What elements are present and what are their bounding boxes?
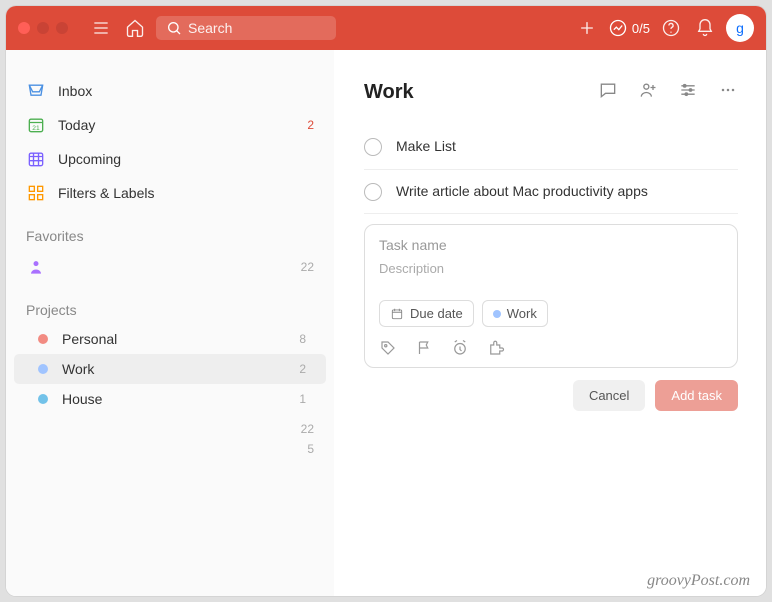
project-item-work[interactable]: Work 2 bbox=[14, 354, 326, 384]
share-icon[interactable] bbox=[638, 80, 658, 105]
svg-text:21: 21 bbox=[32, 125, 40, 132]
notifications-icon[interactable] bbox=[692, 15, 718, 41]
extension-icon[interactable] bbox=[487, 339, 505, 357]
project-item-personal[interactable]: Personal 8 bbox=[14, 324, 326, 354]
project-chip[interactable]: Work bbox=[482, 300, 548, 327]
sidebar-item-inbox[interactable]: Inbox bbox=[6, 74, 334, 108]
productivity-button[interactable]: 0/5 bbox=[608, 18, 650, 38]
close-window-button[interactable] bbox=[18, 22, 30, 34]
sidebar-item-upcoming[interactable]: Upcoming bbox=[6, 142, 334, 176]
project-item-house[interactable]: House 1 bbox=[14, 384, 326, 414]
composer-mini-actions bbox=[379, 339, 723, 357]
search-input[interactable]: Search bbox=[156, 16, 336, 40]
task-checkbox[interactable] bbox=[364, 138, 382, 156]
more-icon[interactable] bbox=[718, 80, 738, 105]
project-color-dot bbox=[38, 364, 48, 374]
project-count: 8 bbox=[299, 332, 306, 346]
project-color-dot bbox=[38, 394, 48, 404]
main-panel: Work Make bbox=[334, 50, 766, 596]
project-label: Personal bbox=[62, 331, 117, 347]
project-count: 2 bbox=[299, 362, 306, 376]
task-description-input[interactable] bbox=[379, 261, 723, 276]
sidebar-summary: 22 5 bbox=[6, 414, 334, 456]
sidebar-item-label: Today bbox=[58, 117, 95, 133]
sidebar-item-today[interactable]: 21 Today 2 bbox=[6, 108, 334, 142]
composer-buttons: Cancel Add task bbox=[364, 380, 738, 411]
header-bar: Search 0/5 g bbox=[6, 6, 766, 50]
body: Inbox 21 Today 2 Upcoming Filters & Labe… bbox=[6, 50, 766, 596]
task-composer: Due date Work bbox=[364, 224, 738, 368]
project-chip-dot bbox=[493, 310, 501, 318]
sidebar-item-label: Upcoming bbox=[58, 151, 121, 167]
view-options-icon[interactable] bbox=[678, 80, 698, 105]
window-controls bbox=[18, 22, 68, 34]
avatar[interactable]: g bbox=[726, 14, 754, 42]
project-label: House bbox=[62, 391, 102, 407]
sidebar-item-label: Filters & Labels bbox=[58, 185, 154, 201]
task-title: Make List bbox=[396, 137, 456, 157]
zoom-window-button[interactable] bbox=[56, 22, 68, 34]
project-color-dot bbox=[38, 334, 48, 344]
sidebar-item-label: Inbox bbox=[58, 83, 92, 99]
menu-icon[interactable] bbox=[88, 15, 114, 41]
project-label: Work bbox=[62, 361, 94, 377]
help-icon[interactable] bbox=[658, 15, 684, 41]
home-icon[interactable] bbox=[122, 15, 148, 41]
favorite-item[interactable]: 22 bbox=[6, 250, 334, 284]
favorite-count: 22 bbox=[301, 260, 314, 274]
project-count: 1 bbox=[299, 392, 306, 406]
add-task-button[interactable]: Add task bbox=[655, 380, 738, 411]
priority-flag-icon[interactable] bbox=[415, 339, 433, 357]
task-row[interactable]: Make List bbox=[364, 125, 738, 170]
label-icon[interactable] bbox=[379, 339, 397, 357]
due-date-chip[interactable]: Due date bbox=[379, 300, 474, 327]
reminder-clock-icon[interactable] bbox=[451, 339, 469, 357]
favorites-header[interactable]: Favorites bbox=[6, 210, 334, 250]
task-checkbox[interactable] bbox=[364, 183, 382, 201]
project-header: Work bbox=[364, 80, 738, 105]
project-title: Work bbox=[364, 81, 414, 104]
sidebar: Inbox 21 Today 2 Upcoming Filters & Labe… bbox=[6, 50, 334, 596]
projects-header[interactable]: Projects bbox=[6, 284, 334, 324]
comments-icon[interactable] bbox=[598, 80, 618, 105]
watermark: groovyPost.com bbox=[647, 572, 750, 590]
task-row[interactable]: Write article about Mac productivity app… bbox=[364, 170, 738, 215]
app-window: Search 0/5 g Inbox 21 Tod bbox=[6, 6, 766, 596]
task-title: Write article about Mac productivity app… bbox=[396, 182, 648, 202]
sidebar-item-filters[interactable]: Filters & Labels bbox=[6, 176, 334, 210]
project-actions bbox=[598, 80, 738, 105]
today-count: 2 bbox=[307, 118, 314, 132]
task-name-input[interactable] bbox=[379, 237, 723, 253]
minimize-window-button[interactable] bbox=[37, 22, 49, 34]
cancel-button[interactable]: Cancel bbox=[573, 380, 645, 411]
add-task-icon[interactable] bbox=[574, 15, 600, 41]
search-placeholder: Search bbox=[188, 20, 232, 36]
productivity-count: 0/5 bbox=[632, 21, 650, 36]
